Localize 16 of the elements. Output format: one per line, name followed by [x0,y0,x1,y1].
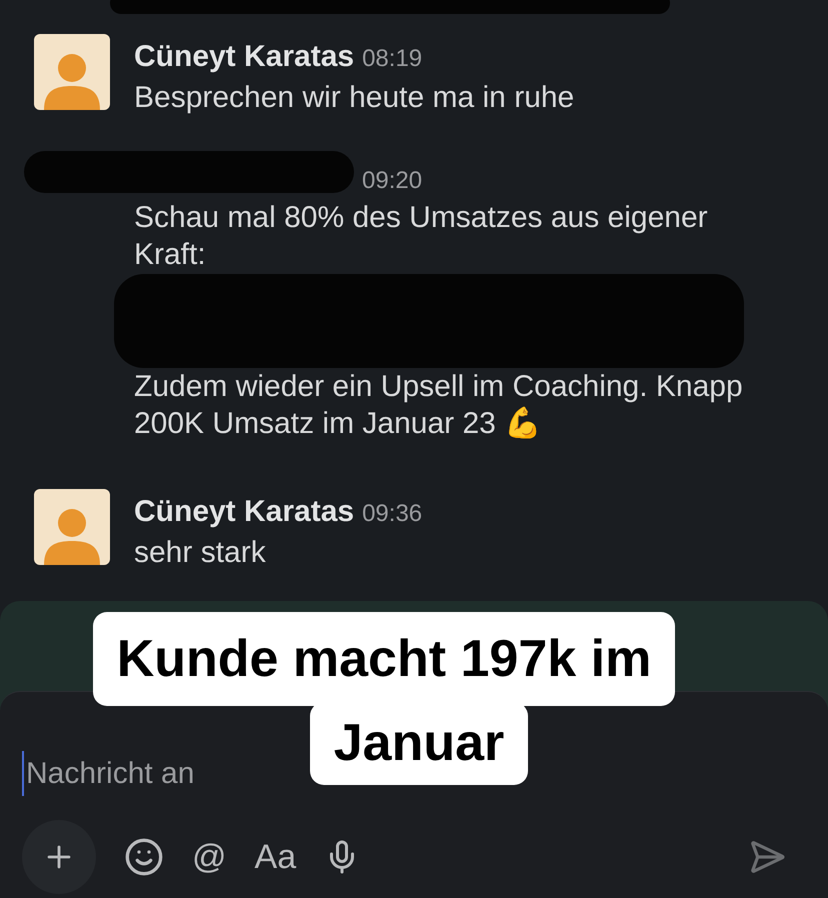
send-icon[interactable] [748,838,786,876]
emoji-icon[interactable] [124,837,164,877]
emoji: 💪 [504,407,542,440]
message-text: sehr stark [134,534,267,570]
message-text: Besprechen wir heute ma in ruhe [134,80,574,116]
message-text: Zudem wieder ein Upsell im Coaching. Knapp 200K Umsatz im Januar 23 💪 [134,368,744,442]
toolbar-button[interactable]: @ [192,832,227,882]
message-input[interactable]: Nachricht an [22,750,218,796]
author-name[interactable]: Cüneyt Karatas [134,488,354,534]
message-text: Schau mal 80% des Umsatzes aus eigener Kraft: [134,200,709,273]
author-name[interactable]: Cüneyt Karatas [134,34,354,79]
message-time: 08:19 [362,44,422,74]
caption-text: Kunde macht 197k im [92,612,676,706]
toolbar-button[interactable]: Aa [254,832,296,882]
message-time: 09:20 [361,166,424,196]
message-time: 09:36 [362,498,422,528]
